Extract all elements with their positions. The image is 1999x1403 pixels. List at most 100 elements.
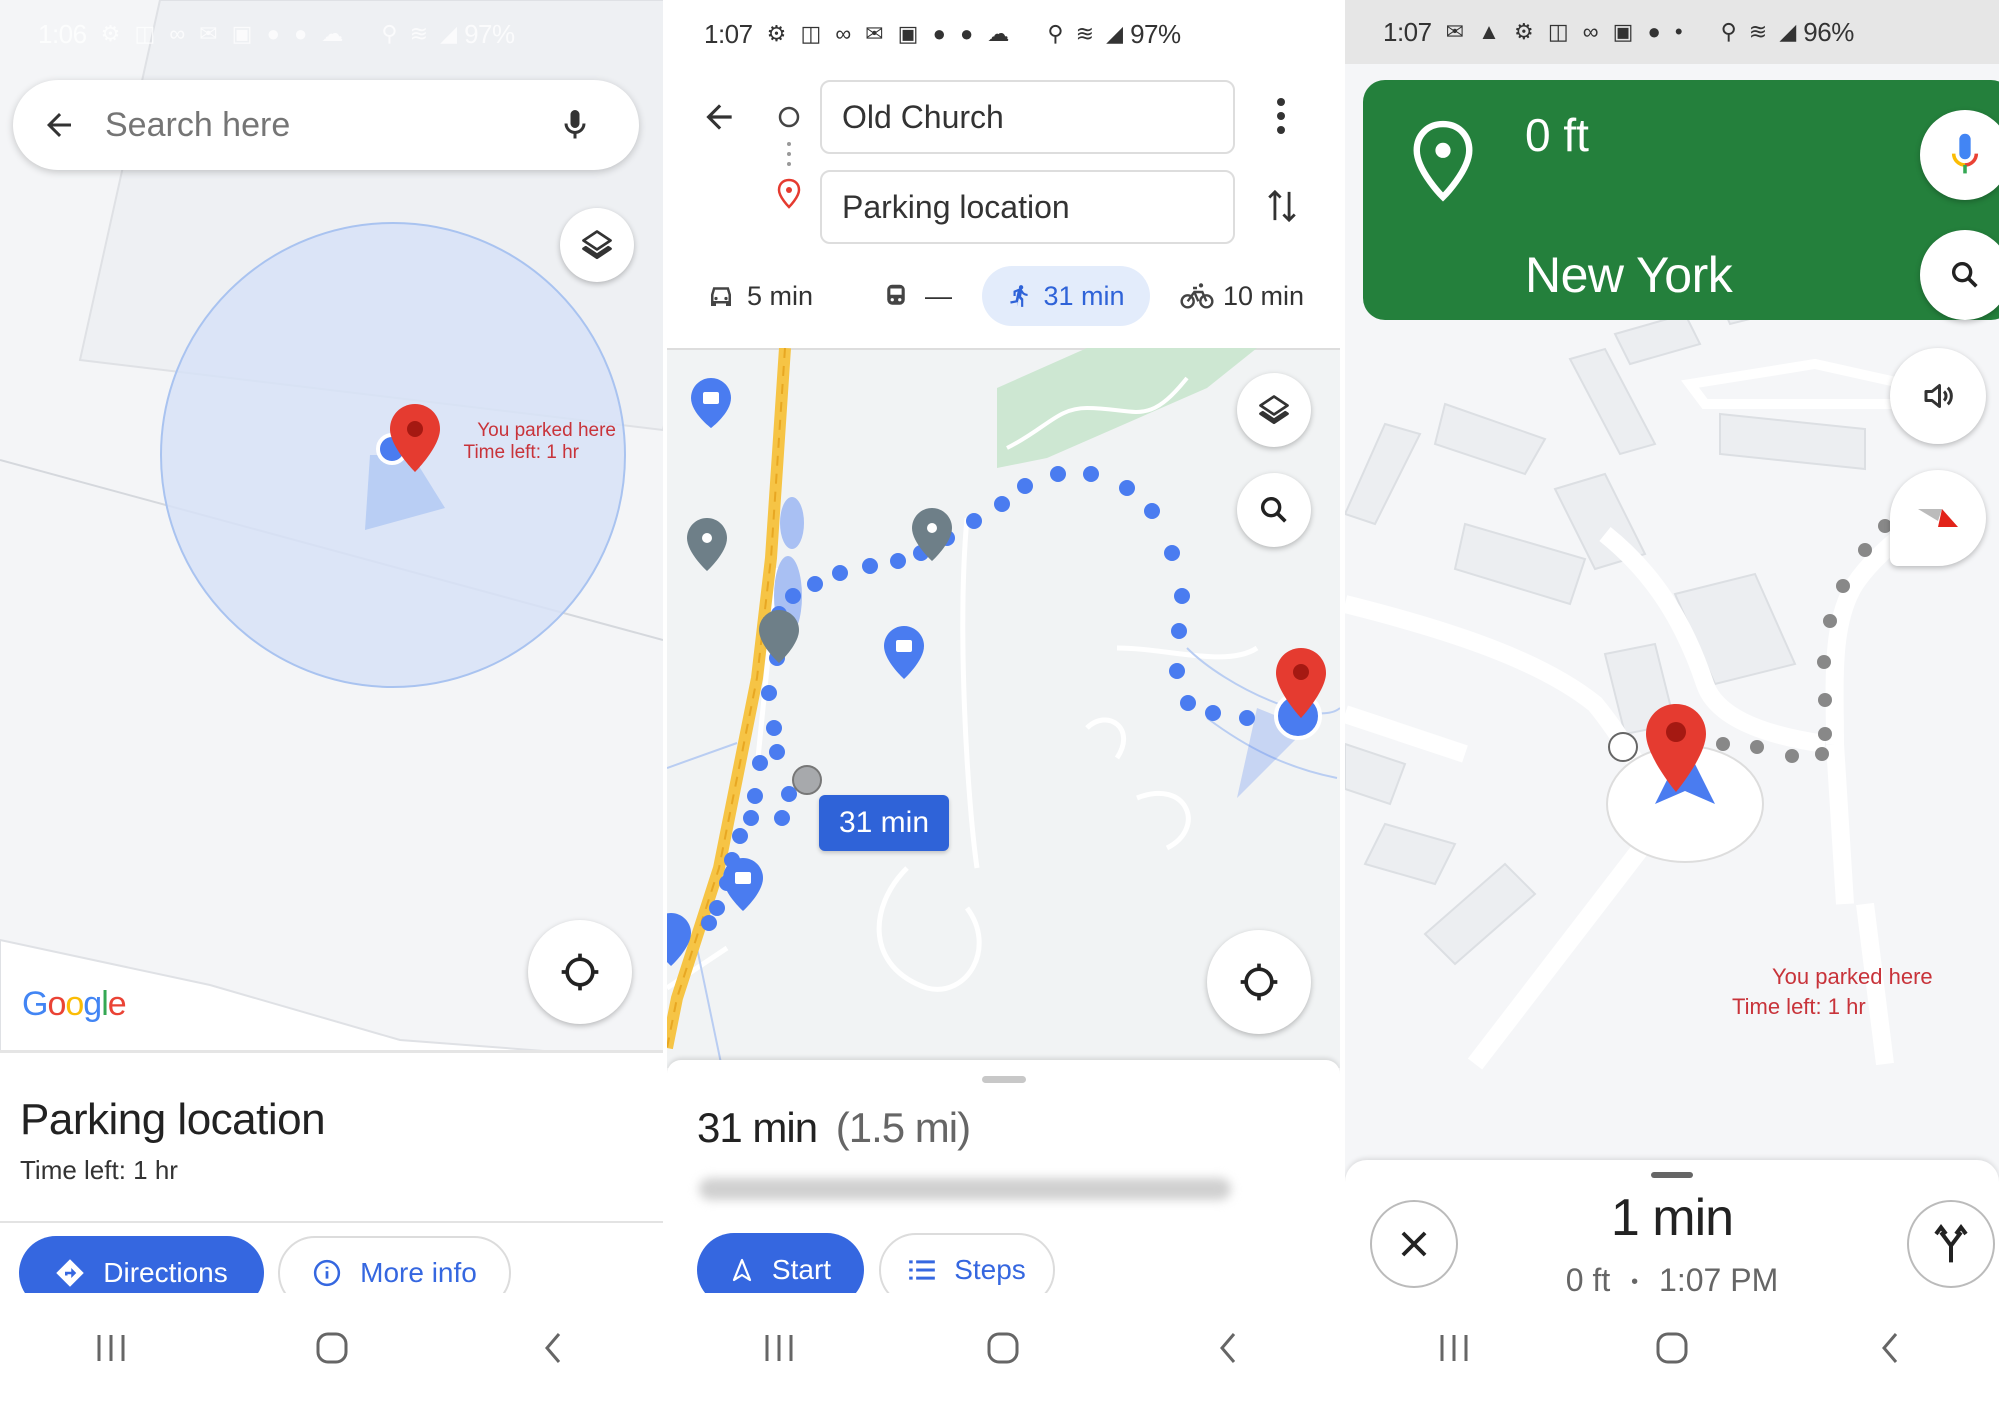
home-button[interactable] — [973, 1318, 1033, 1378]
route-dot — [1205, 705, 1221, 721]
my-location-button[interactable] — [1207, 930, 1311, 1034]
directions-label: Directions — [103, 1257, 228, 1288]
route-dot — [1119, 480, 1135, 496]
status-bar: 1:07 ✉ ▲ ⚙ ◫ ∞ ▣ ● • ⚲ ≋ ◢ 96% — [1345, 0, 1999, 64]
separator: • — [1631, 1271, 1639, 1294]
mode-drive-time: 5 min — [747, 280, 814, 311]
route-dot — [1817, 655, 1831, 669]
search-input[interactable] — [105, 105, 545, 145]
status-signal-icons: ⚲ ≋ ◢ — [381, 21, 461, 46]
alternate-routes-button[interactable] — [1907, 1200, 1995, 1288]
voice-search-button[interactable] — [1920, 110, 1999, 200]
status-signal-icons: ⚲ ≋ ◢ — [1720, 19, 1800, 44]
speaker-icon — [1924, 384, 1953, 408]
mode-bike[interactable]: 10 min — [1179, 276, 1304, 316]
status-bar: 1:07 ⚙ ◫ ∞ ✉ ▣ ● ● ☁ ⚲ ≋ ◢ 97% — [667, 0, 1340, 68]
search-along-route-button[interactable] — [1920, 230, 1999, 320]
compass-button[interactable] — [1890, 470, 1986, 566]
route-dot — [1818, 727, 1832, 741]
directions-screen: 1:07 ⚙ ◫ ∞ ✉ ▣ ● ● ☁ ⚲ ≋ ◢ 97% Old Churc… — [667, 0, 1340, 1403]
navigation-screen: You parked here Time left: 1 hr 1:07 ✉ ▲… — [1345, 0, 1999, 1403]
route-endpoints-icon — [777, 106, 801, 209]
recents-button[interactable] — [749, 1318, 809, 1378]
back-arrow-icon[interactable] — [41, 107, 77, 143]
info-icon — [314, 1259, 341, 1287]
parked-label: You parked here Time left: 1 hr — [1732, 962, 1933, 1022]
back-button[interactable] — [1198, 1318, 1258, 1378]
route-dot — [732, 828, 748, 844]
parked-label-time: Time left: 1 hr — [1732, 994, 1866, 1019]
sound-button[interactable] — [1890, 348, 1986, 444]
route-dot — [766, 720, 782, 736]
drag-handle[interactable] — [981, 1076, 1026, 1083]
route-dot — [761, 685, 777, 701]
route-dot — [1180, 695, 1196, 711]
origin-field[interactable]: Old Church — [820, 80, 1235, 154]
parked-label-time: Time left: 1 hr — [463, 442, 579, 463]
route-dot — [994, 496, 1010, 512]
layers-button[interactable] — [1237, 373, 1311, 447]
route-dot — [1169, 663, 1185, 679]
route-dot — [1239, 710, 1255, 726]
route-dot — [1017, 478, 1033, 494]
microphone-icon[interactable] — [557, 105, 593, 145]
route-dot — [966, 513, 982, 529]
more-info-label: More info — [360, 1257, 477, 1288]
mode-transit[interactable]: — — [881, 276, 952, 316]
google-logo: Google — [22, 985, 127, 1024]
banner-destination: New York — [1525, 247, 1733, 303]
recents-button[interactable] — [81, 1318, 141, 1378]
fork-route-icon — [1934, 1224, 1968, 1263]
logo-letter: G — [22, 985, 48, 1023]
swap-icon[interactable] — [1265, 186, 1299, 226]
mode-drive[interactable]: 5 min — [705, 276, 813, 316]
crosshair-icon — [561, 953, 599, 991]
route-dot — [1785, 749, 1799, 763]
route-dot — [1174, 588, 1190, 604]
route-dot — [774, 810, 790, 826]
car-icon — [711, 287, 731, 306]
search-icon — [1260, 496, 1287, 523]
status-notification-icons: ⚙ ◫ ∞ ✉ ▣ ● ● ☁ — [766, 21, 1014, 46]
back-button[interactable] — [1860, 1318, 1920, 1378]
route-dot — [807, 576, 823, 592]
crosshair-icon — [1240, 963, 1278, 1001]
route-dot — [752, 755, 768, 771]
list-icon — [909, 1260, 936, 1280]
system-nav-bar — [0, 1293, 663, 1403]
layers-button[interactable] — [560, 208, 634, 282]
route-dot — [1858, 543, 1872, 557]
route-dot — [785, 588, 801, 604]
route-dot — [769, 744, 785, 760]
route-dot — [1050, 466, 1066, 482]
status-time: 1:07 — [704, 18, 753, 49]
route-duration-callout[interactable]: 31 min — [819, 795, 949, 851]
destination-field[interactable]: Parking location — [820, 170, 1235, 244]
parked-label-title: You parked here — [477, 420, 616, 441]
route-dot — [747, 788, 763, 804]
my-location-button[interactable] — [528, 920, 632, 1024]
parked-label: You parked here Time left: 1 hr — [420, 420, 616, 464]
place-time-left: Time left: 1 hr — [20, 1155, 178, 1185]
battery-level: 97% — [464, 18, 515, 49]
back-button[interactable] — [523, 1318, 583, 1378]
walking-icon — [1010, 285, 1029, 307]
system-nav-bar — [1345, 1293, 1999, 1403]
search-bar[interactable] — [13, 80, 639, 170]
mode-walk-time: 31 min — [1043, 280, 1125, 311]
drag-handle[interactable] — [1651, 1172, 1693, 1178]
search-map-button[interactable] — [1237, 473, 1311, 547]
route-dot — [743, 810, 759, 826]
parked-label-title: You parked here — [1772, 964, 1933, 989]
home-button[interactable] — [302, 1318, 362, 1378]
route-dot — [1144, 503, 1160, 519]
home-button[interactable] — [1642, 1318, 1702, 1378]
route-dot — [1750, 740, 1764, 754]
divider — [0, 1221, 663, 1223]
more-options-icon[interactable] — [1275, 96, 1287, 136]
mode-walk[interactable]: 31 min — [982, 266, 1150, 326]
route-dot — [709, 900, 725, 916]
back-arrow-icon[interactable] — [700, 98, 738, 136]
route-dot — [1836, 579, 1850, 593]
recents-button[interactable] — [1424, 1318, 1484, 1378]
